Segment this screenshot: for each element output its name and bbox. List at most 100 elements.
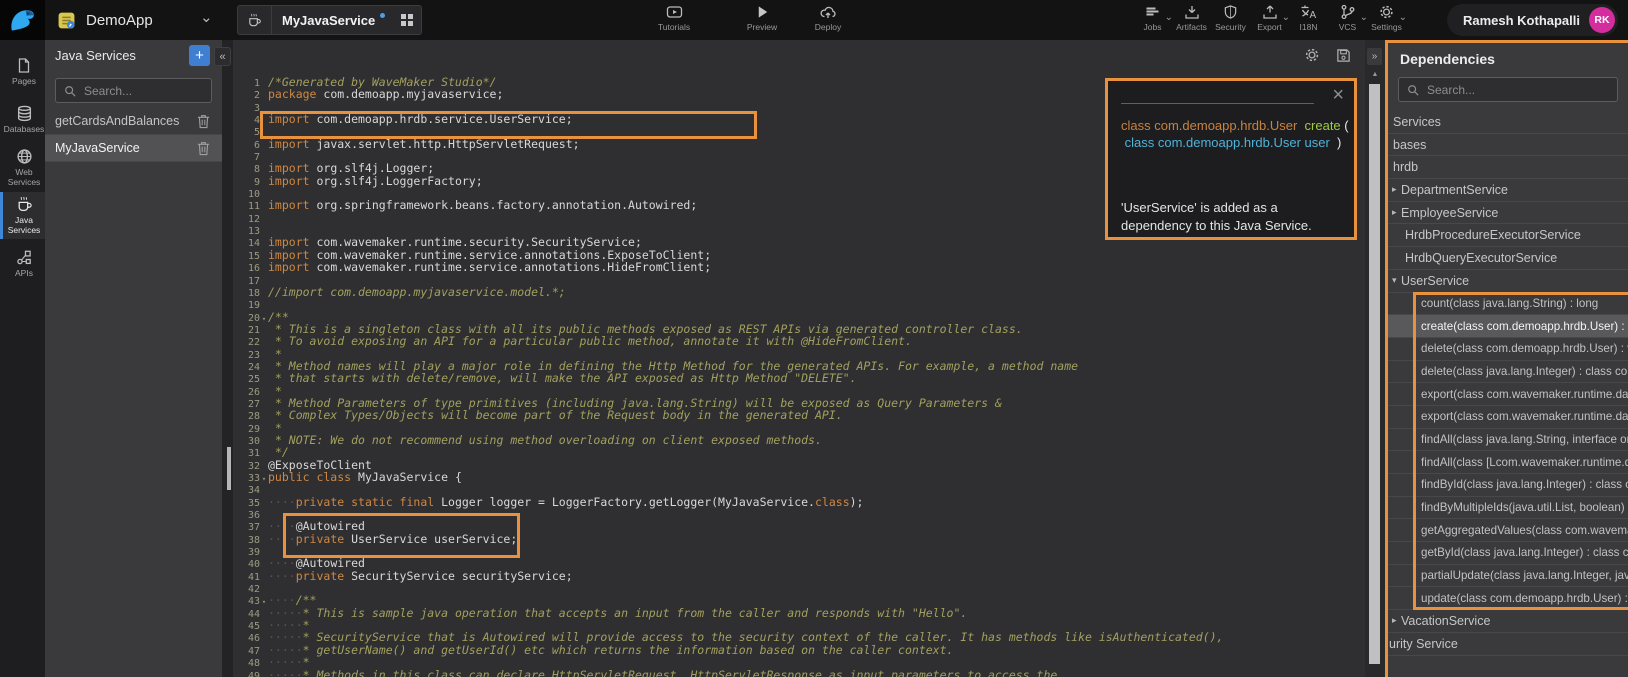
project-switcher[interactable]: DemoApp [57,0,153,40]
code-line-22: 22 * To avoid exposing an API for a part… [233,335,1365,347]
search-input[interactable] [1425,82,1609,98]
tool-label: I18N [1300,22,1318,32]
trash-icon[interactable] [197,141,210,156]
method-item-export[interactable]: export(class com.wavemaker.runtime.data [1388,406,1628,429]
tree-item-label: getAggregatedValues(class com.wavemak [1421,524,1628,537]
chevron-down-icon[interactable]: ▾ [1388,275,1401,286]
avatar: RK [1589,7,1615,33]
tool-deploy[interactable]: Deploy [804,4,852,32]
tool-security[interactable]: Security [1211,4,1250,32]
tree-item-label: UserService [1401,274,1469,288]
code-line-47: 47·····* getUserName() and getUserId() e… [233,644,1365,656]
chevron-down-icon[interactable]: ⌄ [200,8,213,26]
tree-item-departmentservice[interactable]: ▸DepartmentService [1388,179,1628,202]
dependency-added-popup: × class com.demoapp.hrdb.User create ( c… [1105,78,1357,240]
vcs-icon [1340,4,1356,20]
editor-left-scrollbar[interactable] [222,40,233,677]
code-editor[interactable]: 1/*Generated by WaveMaker Studio*/2packa… [222,40,1365,677]
tool-artifacts[interactable]: Artifacts [1172,4,1211,32]
panel-title: Java Services [55,48,136,63]
services-search[interactable] [55,78,212,103]
method-item-export[interactable]: export(class com.wavemaker.runtime.data [1388,383,1628,406]
tree-item-urity-service[interactable]: urity Service [1388,633,1628,656]
chevron-down-icon: ⌄ [1399,12,1407,23]
code-line-16: 16import com.wavemaker.runtime.service.a… [233,261,1365,273]
tool-label: VCS [1339,22,1356,32]
play-icon [755,4,770,20]
tool-vcs[interactable]: ⌄VCS [1328,4,1367,32]
tool-settings[interactable]: ⌄Settings [1367,4,1406,32]
service-item-getcardsandbalances[interactable]: getCardsAndBalances [45,108,222,135]
collapse-panel-button[interactable]: « [214,47,231,66]
scroll-up-icon[interactable]: ▲ [1365,71,1385,78]
method-item-delete[interactable]: delete(class com.demoapp.hrdb.User) : vo… [1388,338,1628,361]
tool-preview[interactable]: Preview [738,4,786,32]
tree-item-hrdbprocedureexecutorservice[interactable]: HrdbProcedureExecutorService [1388,224,1628,247]
service-item-myjavaservice[interactable]: MyJavaService [45,135,222,162]
tree-item-label: export(class com.wavemaker.runtime.data [1421,388,1628,401]
method-item-partialupdate[interactable]: partialUpdate(class java.lang.Integer, j… [1388,565,1628,588]
close-icon[interactable]: × [1332,85,1344,105]
method-item-getbyid[interactable]: getById(class java.lang.Integer) : class… [1388,542,1628,565]
search-input[interactable] [82,83,203,99]
method-item-count[interactable]: count(class java.lang.String) : long [1388,293,1628,316]
tool-label: Preview [747,22,777,32]
tool-export[interactable]: ⌄Export [1250,4,1289,32]
scrollbar-thumb[interactable] [1369,84,1380,664]
method-item-findbyid[interactable]: findById(class java.lang.Integer) : clas… [1388,474,1628,497]
tool-jobs[interactable]: ⌄Jobs [1133,4,1172,32]
jobs-icon [1144,4,1161,20]
i18n-icon: A [1300,4,1318,20]
tool-i18n[interactable]: A I18N [1289,4,1328,32]
sidebar-item-pages[interactable]: Pages [0,48,45,95]
gear-icon[interactable] [1304,47,1320,63]
tree-item-hrdbqueryexecutorservice[interactable]: HrdbQueryExecutorService [1388,247,1628,270]
scrollbar-thumb[interactable] [227,447,231,490]
tab-myjavaservice[interactable]: MyJavaService [237,5,422,35]
tool-tutorials[interactable]: Tutorials [650,4,698,32]
editor-vertical-scrollbar[interactable]: » ▲ [1365,40,1385,677]
user-menu[interactable]: Ramesh Kothapalli RK [1447,4,1618,36]
center-toolbar: Tutorials Preview Deploy [650,4,852,32]
sidebar-item-apis[interactable]: APIs [0,240,45,287]
project-icon [57,11,76,30]
tree-item-userservice[interactable]: ▾UserService [1388,270,1628,293]
method-item-update[interactable]: update(class com.demoapp.hrdb.User) : cl [1388,587,1628,610]
editor-toolbar [1304,40,1365,70]
tree-item-vacationservice[interactable]: ▸VacationService [1388,610,1628,633]
tree-item-label: EmployeeService [1401,206,1498,220]
code-line-42: 42 [233,582,1365,594]
chevron-right-icon[interactable]: ▸ [1388,184,1401,195]
chevron-right-icon[interactable]: ▸ [1388,207,1401,218]
tree-item-employeeservice[interactable]: ▸EmployeeService [1388,202,1628,225]
tree-item-bases[interactable]: bases [1388,134,1628,157]
grid-icon[interactable] [400,13,414,27]
sidebar-item-web-services[interactable]: WebServices [0,144,45,191]
method-item-findall[interactable]: findAll(class [Lcom.wavemaker.runtime.da [1388,451,1628,474]
code-line-28: 28 * Complex Types/Objects will become p… [233,409,1365,421]
add-service-button[interactable]: + [189,45,210,66]
method-item-findbymultipleids[interactable]: findByMultipleIds(java.util.List, boolea… [1388,497,1628,520]
tree-item-services[interactable]: Services [1388,111,1628,134]
tree-item-hrdb[interactable]: hrdb [1388,156,1628,179]
code-line-39: 39 [233,545,1365,557]
sidebar-item-databases[interactable]: Databases [0,96,45,143]
method-item-findall[interactable]: findAll(class java.lang.String, interfac… [1388,429,1628,452]
wavemaker-logo[interactable] [0,0,45,40]
method-item-create[interactable]: create(class com.demoapp.hrdb.User) : cl… [1388,315,1628,338]
sidebar-item-java-services[interactable]: JavaServices [0,192,45,239]
code-line-25: 25 * that starts with delete/remove, wil… [233,372,1365,384]
service-item-label: getCardsAndBalances [55,114,179,128]
java-coffee-icon [238,6,272,34]
trash-icon[interactable] [197,114,210,129]
dependencies-search[interactable] [1398,77,1618,102]
search-icon [1407,84,1419,96]
method-item-delete[interactable]: delete(class java.lang.Integer) : class … [1388,361,1628,384]
save-icon[interactable] [1336,48,1351,63]
method-item-getaggregatedvalues[interactable]: getAggregatedValues(class com.wavemak [1388,519,1628,542]
chevron-right-icon[interactable]: ▸ [1388,615,1401,626]
dependencies-tree: Servicesbaseshrdb▸DepartmentService▸Empl… [1388,111,1628,656]
code-line-41: 41····private SecurityService securitySe… [233,570,1365,582]
expand-panel-button[interactable]: » [1367,48,1382,65]
project-name: DemoApp [86,12,153,29]
